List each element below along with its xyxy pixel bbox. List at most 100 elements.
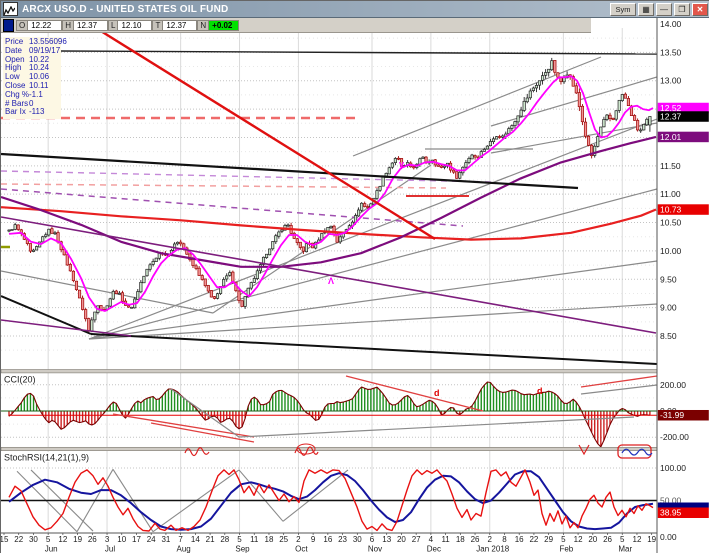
info-row: Bar Ix-113 [5,108,60,117]
interval-indicator[interactable] [3,19,14,32]
svg-text:Jul: Jul [105,545,115,553]
svg-text:30: 30 [353,535,362,544]
svg-text:24: 24 [147,535,156,544]
chart-style-button[interactable]: ▦ [638,3,654,16]
svg-text:10.73: 10.73 [660,204,682,214]
svg-text:29: 29 [544,535,553,544]
svg-text:8: 8 [502,535,507,544]
svg-text:5: 5 [237,535,242,544]
svg-text:3: 3 [105,535,110,544]
svg-text:26: 26 [603,535,612,544]
svg-text:16: 16 [323,535,332,544]
svg-text:d: d [537,386,543,396]
svg-text:20: 20 [588,535,597,544]
svg-text:10.00: 10.00 [660,246,682,256]
svg-text:-31.99: -31.99 [660,410,684,420]
svg-text:31: 31 [161,535,170,544]
low-value: 12.10 [118,20,152,31]
sym-button[interactable]: Sym [610,3,636,16]
svg-text:2: 2 [296,535,301,544]
svg-text:28: 28 [220,535,229,544]
svg-text:5: 5 [561,535,566,544]
svg-text:4: 4 [429,535,434,544]
svg-text:12.37: 12.37 [660,111,682,121]
net-change-value: +0.02 [209,20,239,31]
last-value: 12.37 [163,20,197,31]
svg-text:21: 21 [206,535,215,544]
svg-text:12.01: 12.01 [660,132,682,142]
svg-text:100.00: 100.00 [660,463,686,473]
svg-text:14: 14 [191,535,200,544]
svg-text:11.00: 11.00 [660,189,681,199]
svg-text:13.00: 13.00 [660,76,682,86]
svg-text:-200.00: -200.00 [660,432,689,442]
net-label: N [197,20,209,31]
chart-canvas[interactable]: v Λ d d CCI(20) StochRSI(14,21(1),9) 14.00 1… [1,1,709,553]
svg-text:5: 5 [620,535,625,544]
cursor-info-panel: Price13.556096Date09/19/17Open10.22High1… [3,37,61,119]
close-button[interactable]: ✕ [692,3,708,16]
app-icon [3,2,18,16]
svg-text:25: 25 [279,535,288,544]
window-title: ARCX USO.D - UNITED STATES OIL FUND [22,4,608,15]
svg-text:Sep: Sep [235,545,250,553]
svg-text:13.50: 13.50 [660,47,682,57]
svg-text:30: 30 [29,535,38,544]
svg-text:9: 9 [311,535,316,544]
svg-text:11.50: 11.50 [660,161,681,171]
svg-text:18: 18 [456,535,465,544]
chart-window: v Λ d d CCI(20) StochRSI(14,21(1),9) 14.00 1… [0,0,709,553]
svg-text:12: 12 [574,535,583,544]
high-label: H [62,20,74,31]
svg-text:15: 15 [1,535,9,544]
svg-text:7: 7 [178,535,183,544]
svg-text:22: 22 [14,535,23,544]
last-label: T [152,20,163,31]
restore-button[interactable]: ❐ [674,3,690,16]
svg-text:26: 26 [471,535,480,544]
svg-text:38.95: 38.95 [660,508,682,518]
quote-bar: O 12.22 H 12.37 L 12.10 T 12.37 N +0.02 [1,18,591,33]
svg-text:0.00: 0.00 [660,532,677,542]
svg-text:9.00: 9.00 [660,303,677,313]
svg-text:Mar: Mar [618,545,632,553]
svg-text:12: 12 [58,535,67,544]
chart-grid [1,18,709,553]
svg-text:Jan 2018: Jan 2018 [476,545,509,553]
svg-text:16: 16 [515,535,524,544]
low-label: L [108,20,118,31]
titlebar[interactable]: ARCX USO.D - UNITED STATES OIL FUND Sym … [1,1,709,18]
info-value: -113 [29,108,60,117]
svg-text:CCI(20): CCI(20) [4,375,36,385]
svg-text:8.50: 8.50 [660,331,677,341]
svg-text:10: 10 [117,535,126,544]
high-value: 12.37 [74,20,108,31]
svg-text:11: 11 [250,535,259,544]
svg-text:Nov: Nov [368,545,382,553]
svg-text:19: 19 [647,535,656,544]
open-value: 12.22 [28,20,62,31]
svg-text:10.50: 10.50 [660,218,682,228]
svg-text:StochRSI(14,21(1),9): StochRSI(14,21(1),9) [4,453,89,463]
open-label: O [16,20,28,31]
svg-text:11: 11 [441,535,450,544]
svg-text:5: 5 [46,535,51,544]
svg-text:14.00: 14.00 [660,19,682,29]
svg-text:18: 18 [265,535,274,544]
svg-text:23: 23 [338,535,347,544]
svg-text:20: 20 [397,535,406,544]
svg-text:Dec: Dec [427,545,441,553]
svg-text:200.00: 200.00 [660,380,686,390]
svg-text:19: 19 [73,535,82,544]
svg-text:26: 26 [88,535,97,544]
info-label: Bar Ix [5,108,29,117]
svg-text:v: v [399,159,404,169]
svg-text:17: 17 [132,535,141,544]
svg-text:9.50: 9.50 [660,274,677,284]
svg-text:Aug: Aug [177,545,191,553]
svg-text:12: 12 [633,535,642,544]
svg-text:Λ: Λ [328,276,334,286]
svg-text:d: d [434,388,440,398]
minimize-button[interactable]: — [656,3,672,16]
svg-text:2: 2 [488,535,493,544]
